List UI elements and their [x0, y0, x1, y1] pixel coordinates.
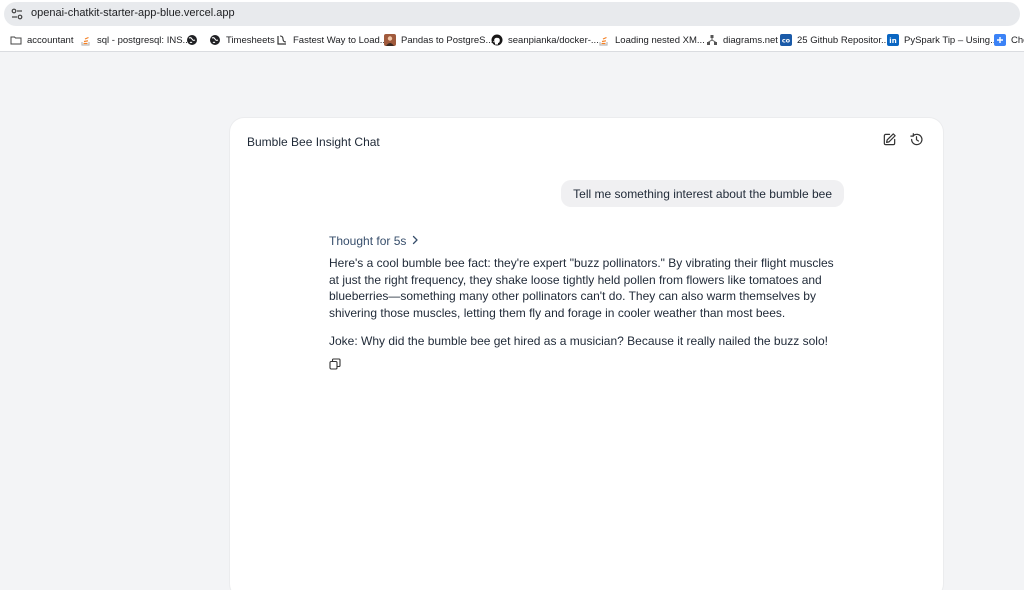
- chevron-right-icon: [406, 234, 419, 248]
- thought-toggle[interactable]: Thought for 5s: [329, 234, 419, 248]
- github-icon: [491, 34, 503, 46]
- bookmark-label: Che: [1011, 34, 1024, 46]
- tune-icon[interactable]: [10, 7, 24, 21]
- avatar-icon: [384, 34, 396, 46]
- url-text: openai-chatkit-starter-app-blue.vercel.a…: [31, 7, 235, 19]
- stack-overflow-icon: [80, 34, 92, 46]
- address-bar: openai-chatkit-starter-app-blue.vercel.a…: [0, 0, 1024, 28]
- history-button[interactable]: [907, 133, 925, 151]
- bookmark-loading-nested-xml[interactable]: Loading nested XM...: [598, 28, 705, 51]
- app-icon: [994, 34, 1006, 46]
- co-icon: co: [780, 34, 792, 46]
- bookmark-pyspark-tip[interactable]: in PySpark Tip – Using...: [887, 28, 998, 51]
- bookmark-label: Loading nested XM...: [615, 34, 705, 46]
- url-field[interactable]: openai-chatkit-starter-app-blue.vercel.a…: [4, 2, 1020, 26]
- bookmark-label: PySpark Tip – Using...: [904, 34, 998, 46]
- bookmark-fastest-way[interactable]: Fastest Way to Load...: [276, 28, 388, 51]
- history-icon: [909, 132, 924, 152]
- bookmark-accountant[interactable]: accountant: [10, 28, 74, 51]
- assistant-answer: Here's a cool bumble bee fact: they're e…: [329, 256, 834, 320]
- svg-text:in: in: [889, 37, 896, 45]
- edit-button[interactable]: [880, 133, 898, 151]
- linkedin-icon: in: [887, 34, 899, 46]
- copy-button[interactable]: [329, 357, 341, 370]
- bookmark-label: diagrams.net: [723, 34, 778, 46]
- bookmark-sql-postgresql[interactable]: sql - postgresql: INS...: [80, 28, 191, 51]
- bookmark-label: sql - postgresql: INS...: [97, 34, 191, 46]
- bookmark-diagrams-net[interactable]: diagrams.net: [706, 28, 778, 51]
- stack-overflow-icon: [598, 34, 610, 46]
- edit-icon: [882, 132, 897, 152]
- site-icon: [276, 34, 288, 46]
- bookmark-label: 25 Github Repositor...: [797, 34, 889, 46]
- bookmark-label: Pandas to PostgreS...: [401, 34, 494, 46]
- bookmark-label: accountant: [27, 34, 74, 46]
- user-message: Tell me something interest about the bum…: [561, 180, 844, 207]
- globe-icon: [186, 34, 198, 46]
- bookmark-25-github-repos[interactable]: co 25 Github Repositor...: [780, 28, 889, 51]
- svg-text:co: co: [782, 37, 791, 45]
- thought-label: Thought for 5s: [329, 234, 407, 248]
- bookmark-label: Fastest Way to Load...: [293, 34, 388, 46]
- bookmark-globe[interactable]: [186, 28, 203, 51]
- bookmark-pandas-postgres[interactable]: Pandas to PostgreS...: [384, 28, 494, 51]
- globe-icon: [209, 34, 221, 46]
- chat-panel: Bumble Bee Insight Chat Tell me somethin…: [230, 118, 943, 590]
- bookmarks-bar: accountant sql - postgresql: INS... Time…: [0, 28, 1024, 52]
- folder-icon: [10, 34, 22, 46]
- assistant-joke: Joke: Why did the bumble bee get hired a…: [329, 334, 828, 348]
- bookmark-label: Timesheets: [226, 34, 275, 46]
- bookmark-seanpianka-docker[interactable]: seanpianka/docker-...: [491, 28, 599, 51]
- diagrams-icon: [706, 34, 718, 46]
- copy-icon: [329, 357, 341, 374]
- chat-title: Bumble Bee Insight Chat: [247, 135, 380, 149]
- bookmark-timesheets[interactable]: Timesheets: [209, 28, 275, 51]
- bookmark-label: seanpianka/docker-...: [508, 34, 599, 46]
- bookmark-che[interactable]: Che: [994, 28, 1024, 51]
